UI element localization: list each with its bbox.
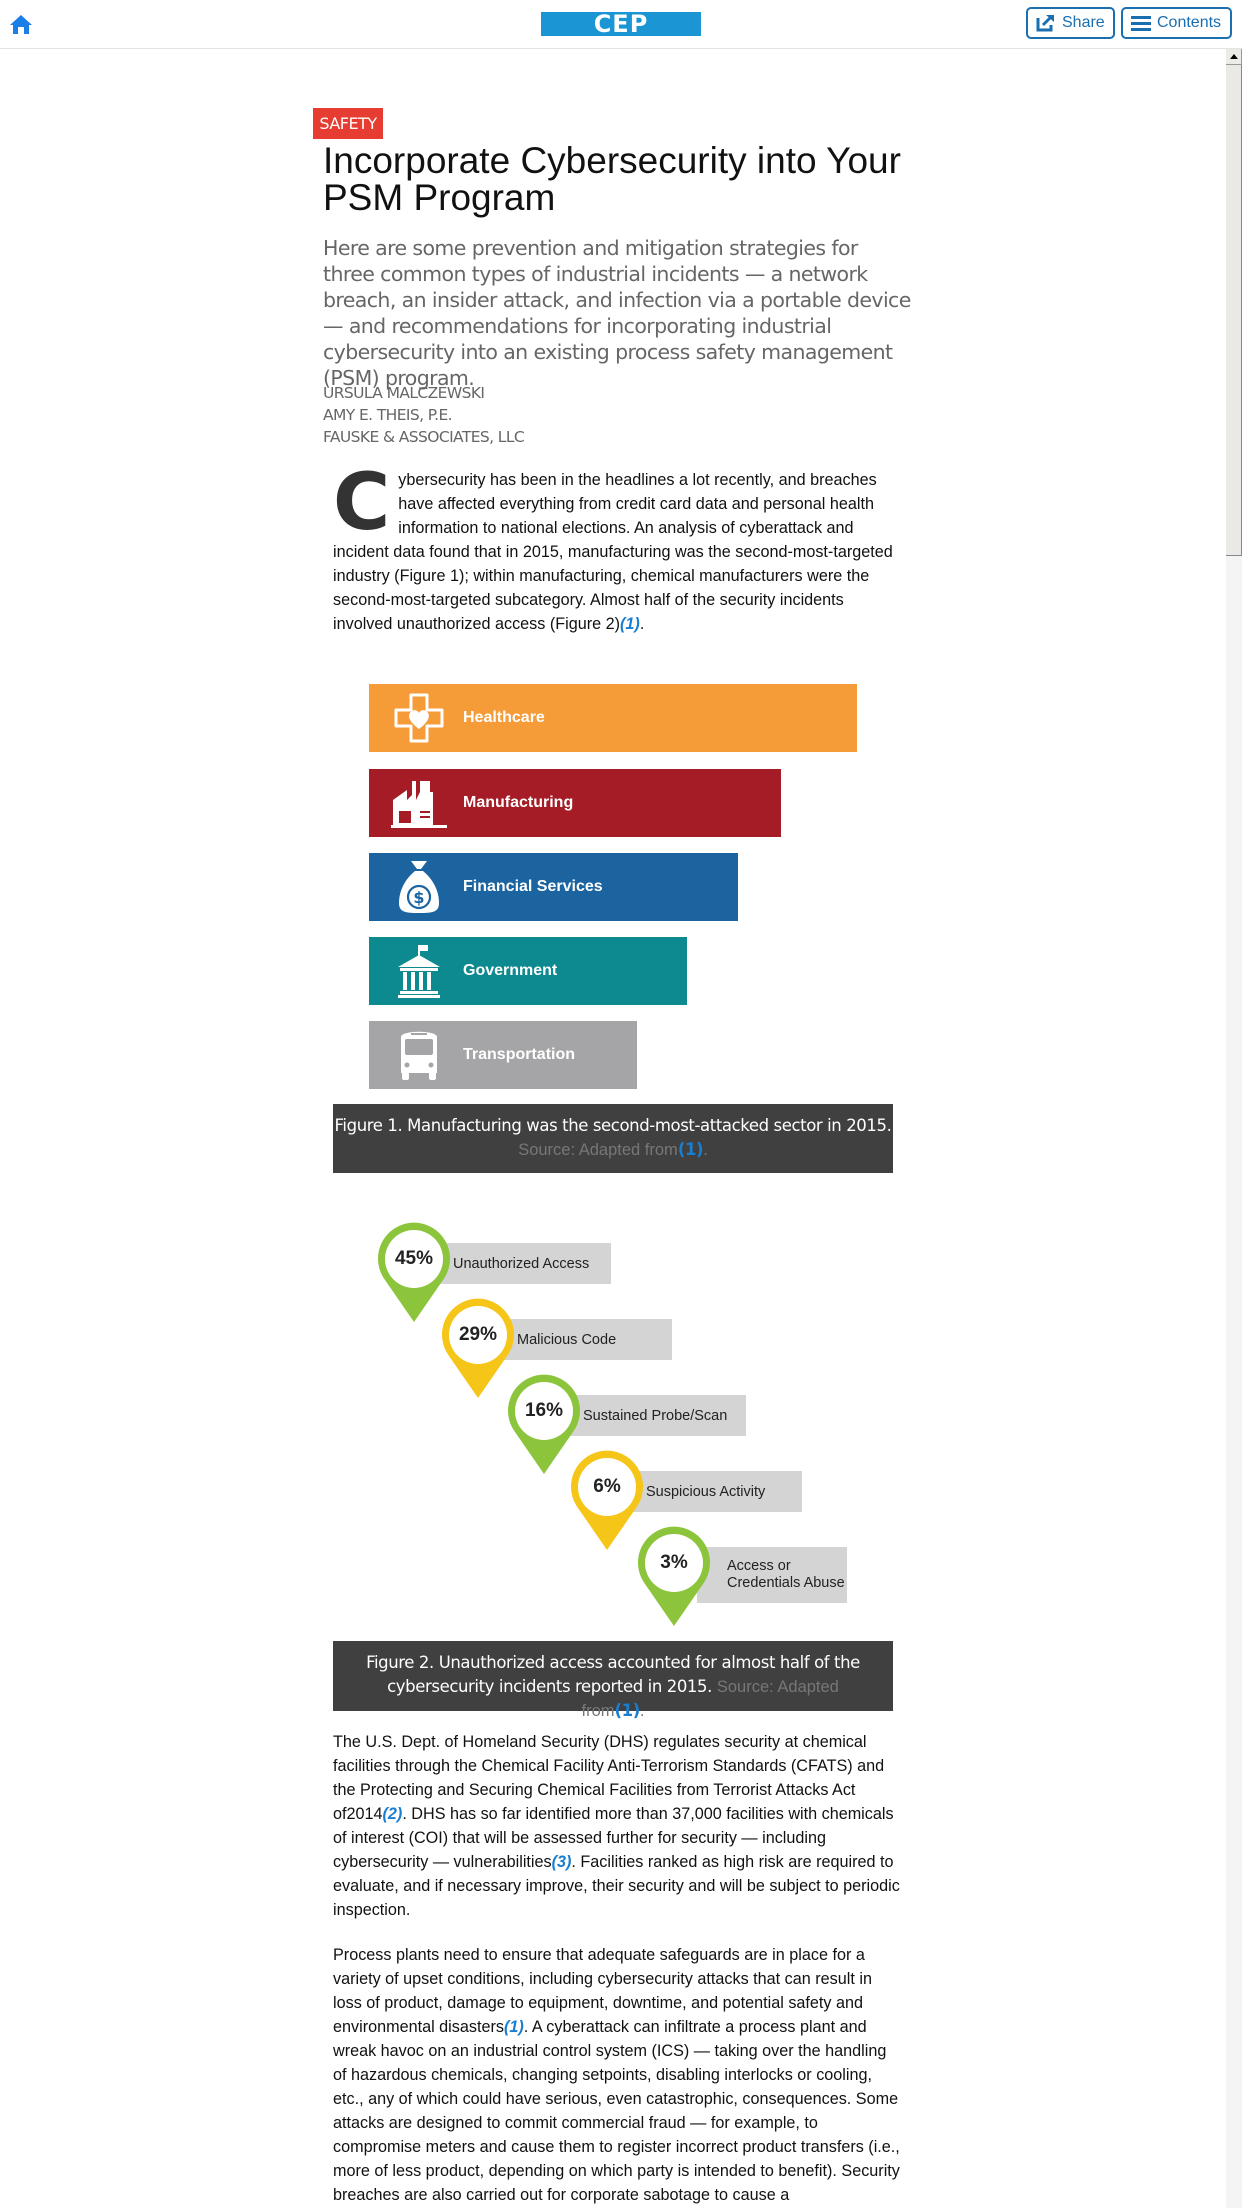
incident-category-bar: Suspicious Activity bbox=[630, 1471, 802, 1512]
reference-link[interactable]: (2) bbox=[383, 1805, 403, 1823]
category-label: Unauthorized Access bbox=[453, 1255, 590, 1272]
percentage-label: 29% bbox=[458, 1324, 498, 1345]
bar-healthcare: Healthcare bbox=[369, 684, 857, 752]
author-name: URSULA MALCZEWSKI bbox=[323, 384, 485, 402]
money-bag-icon: $ bbox=[399, 861, 439, 913]
bar-transportation: Transportation bbox=[369, 1021, 638, 1089]
bar-label: Transportation bbox=[463, 1046, 576, 1063]
share-button[interactable]: Share bbox=[1026, 7, 1115, 39]
bar-label: Manufacturing bbox=[463, 794, 574, 811]
top-bar: CEP Share Contents bbox=[0, 0, 1242, 49]
article-title: Incorporate Cybersecurity into Your PSM … bbox=[323, 140, 901, 218]
government-building-icon bbox=[398, 945, 440, 998]
reference-link[interactable]: (1) bbox=[615, 1701, 641, 1720]
paragraph-end: . bbox=[639, 615, 645, 633]
reference-link[interactable]: (1) bbox=[678, 1140, 704, 1159]
author-name: AMY E. THEIS, P.E. bbox=[323, 406, 453, 424]
bar-label: Healthcare bbox=[463, 709, 545, 726]
author-list: URSULA MALCZEWSKI AMY E. THEIS, P.E. FAU… bbox=[323, 382, 525, 448]
percentage-label: 6% bbox=[593, 1476, 621, 1497]
location-pin-marker: 3% bbox=[637, 1526, 711, 1626]
percentage-label: 16% bbox=[524, 1400, 564, 1421]
caption-source-end: . bbox=[639, 1702, 645, 1720]
incident-category-bar: Malicious Code bbox=[501, 1319, 672, 1360]
share-label: Share bbox=[1062, 14, 1105, 31]
bar-government: Government bbox=[369, 937, 688, 1005]
contents-label: Contents bbox=[1157, 14, 1222, 31]
figure-1-caption: Figure 1. Manufacturing was the second-m… bbox=[333, 1104, 893, 1173]
category-label: Sustained Probe/Scan bbox=[583, 1407, 728, 1424]
category-label: Access or Credentials Abuse bbox=[727, 1558, 845, 1591]
bus-icon bbox=[401, 1031, 437, 1080]
location-pin-marker: 45% bbox=[377, 1222, 451, 1322]
caption-source-end: . bbox=[703, 1141, 708, 1159]
bar-financial-services: $ Financial Services bbox=[369, 853, 738, 921]
body-paragraph: Process plants need to ensure that adequ… bbox=[333, 1943, 903, 2207]
paragraph-text: ybersecurity has been in the headlines a… bbox=[333, 471, 893, 633]
svg-text:$: $ bbox=[413, 888, 424, 907]
scroll-up-arrow[interactable] bbox=[1226, 49, 1242, 65]
percentage-label: 3% bbox=[660, 1552, 688, 1573]
drop-cap: C bbox=[333, 458, 391, 548]
reference-link[interactable]: (1) bbox=[620, 615, 640, 633]
medical-cross-heart-icon bbox=[394, 693, 444, 743]
figure-2-caption: Figure 2. Unauthorized access accounted … bbox=[333, 1641, 893, 1720]
bar-label: Government bbox=[463, 962, 558, 979]
home-icon bbox=[10, 15, 32, 34]
location-pin-marker: 6% bbox=[570, 1450, 644, 1550]
location-pin-marker: 29% bbox=[441, 1298, 515, 1398]
share-icon bbox=[1036, 15, 1054, 32]
factory-icon bbox=[391, 781, 447, 828]
category-label: Malicious Code bbox=[517, 1331, 617, 1348]
reference-link[interactable]: (3) bbox=[552, 1853, 572, 1871]
caption-source: Source: Adapted from bbox=[518, 1141, 678, 1159]
bar-manufacturing: Manufacturing bbox=[369, 769, 781, 837]
cep-logo[interactable]: CEP bbox=[541, 12, 701, 36]
intro-paragraph: Cybersecurity has been in the headlines … bbox=[333, 458, 893, 636]
vertical-scrollbar[interactable] bbox=[1226, 49, 1242, 2208]
incident-category-bar: Access or Credentials Abuse bbox=[697, 1547, 847, 1603]
caption-text: Figure 1. Manufacturing was the second-m… bbox=[334, 1116, 892, 1135]
category-label: Suspicious Activity bbox=[646, 1483, 766, 1500]
section-badge[interactable]: SAFETY bbox=[313, 108, 383, 139]
author-affiliation: FAUSKE & ASSOCIATES, LLC bbox=[323, 428, 525, 446]
incident-category-bar: Unauthorized Access bbox=[437, 1243, 611, 1284]
bar-label: Financial Services bbox=[463, 878, 603, 895]
contents-button[interactable]: Contents bbox=[1121, 7, 1232, 39]
menu-icon bbox=[1131, 16, 1151, 31]
paragraph-text: . A cyberattack can infiltrate a process… bbox=[333, 2018, 900, 2204]
body-paragraph: The U.S. Dept. of Homeland Security (DHS… bbox=[333, 1730, 903, 1922]
reference-link[interactable]: (1) bbox=[504, 2018, 524, 2036]
home-button[interactable] bbox=[8, 12, 34, 36]
scroll-thumb[interactable] bbox=[1226, 65, 1242, 556]
incident-category-bar: Sustained Probe/Scan bbox=[567, 1395, 746, 1436]
percentage-label: 45% bbox=[394, 1248, 434, 1269]
article-deck: Here are some prevention and mitigation … bbox=[323, 236, 911, 390]
